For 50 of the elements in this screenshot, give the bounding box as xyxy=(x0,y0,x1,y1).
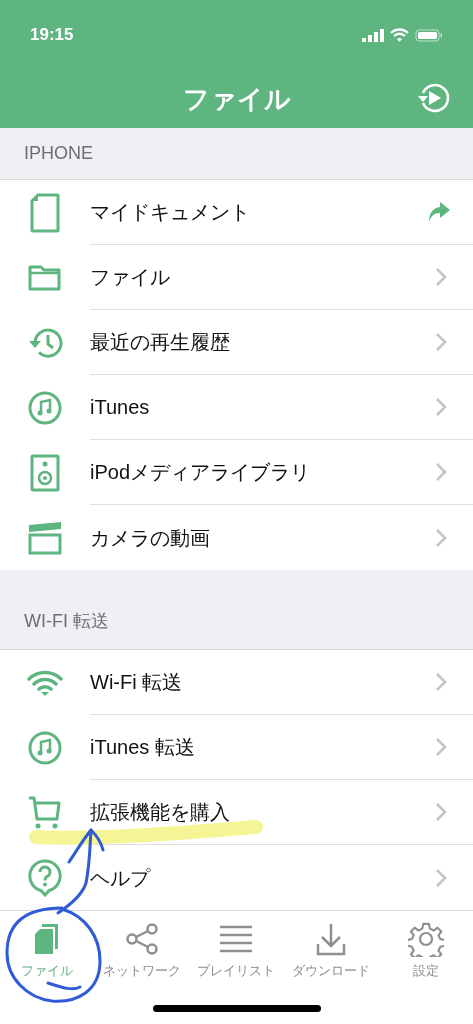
tab-bar-item[interactable]: ダウンロード xyxy=(283,921,379,991)
music-note-icon xyxy=(28,730,62,765)
chevron-icon xyxy=(435,462,447,482)
chevron-icon xyxy=(435,527,447,548)
list-row[interactable]: ファイル xyxy=(0,245,473,310)
row-label: iTunes xyxy=(90,395,151,420)
signal-icon xyxy=(362,28,384,42)
music-note-icon xyxy=(28,390,62,425)
section-header: WI-FI 転送 xyxy=(24,610,109,633)
row-label: カメラの動画 xyxy=(90,525,211,551)
chevron-icon xyxy=(435,397,447,417)
chevron-icon xyxy=(435,802,447,822)
nav-title: ファイル xyxy=(182,82,291,116)
row-label: 拡張機能を購入 xyxy=(90,800,231,825)
row-label: ファイル xyxy=(90,265,171,290)
clapper-icon xyxy=(27,520,63,555)
row-label: 最近の再生履歴 xyxy=(90,330,231,355)
help-bubble-icon xyxy=(28,858,62,897)
section-header: IPHONE xyxy=(24,142,93,165)
speaker-icon xyxy=(30,453,60,492)
chevron-icon xyxy=(435,737,447,757)
chevron-icon xyxy=(435,332,447,352)
tab-bar-item[interactable]: 設定 xyxy=(378,921,473,991)
chevron-icon xyxy=(435,267,447,287)
list-row[interactable]: iPodメディアライブラリ xyxy=(0,440,473,505)
download-icon xyxy=(316,921,347,957)
list-row[interactable]: 最近の再生履歴 xyxy=(0,310,473,375)
chevron-icon xyxy=(435,867,447,888)
row-label: iTunes 転送 xyxy=(90,735,196,760)
row-label: iPodメディアライブラリ xyxy=(90,460,312,485)
wifi-icon xyxy=(390,28,409,42)
list-row[interactable]: iTunes xyxy=(0,375,473,440)
row-label: マイドキュメント xyxy=(90,200,251,225)
folder-icon xyxy=(28,263,62,292)
battery-icon xyxy=(415,28,443,42)
list-row[interactable]: マイドキュメント xyxy=(0,180,473,245)
list-row[interactable]: カメラの動画 xyxy=(0,505,473,570)
chevron-icon xyxy=(435,672,447,692)
row-label: Wi-Fi 転送 xyxy=(90,670,184,695)
list-row[interactable]: Wi-Fi 転送 xyxy=(0,650,473,715)
list-row[interactable]: 拡張機能を購入 xyxy=(0,780,473,845)
document-icon xyxy=(30,192,60,233)
row-label: ヘルプ xyxy=(90,865,152,891)
share-icon xyxy=(124,921,159,957)
list-row[interactable]: ヘルプ xyxy=(0,845,473,910)
list-row[interactable]: iTunes 転送 xyxy=(0,715,473,780)
status-time: 19:15 xyxy=(30,24,74,47)
cart-icon xyxy=(27,794,63,831)
settings-icon xyxy=(407,921,444,957)
wifi-icon xyxy=(27,668,63,697)
